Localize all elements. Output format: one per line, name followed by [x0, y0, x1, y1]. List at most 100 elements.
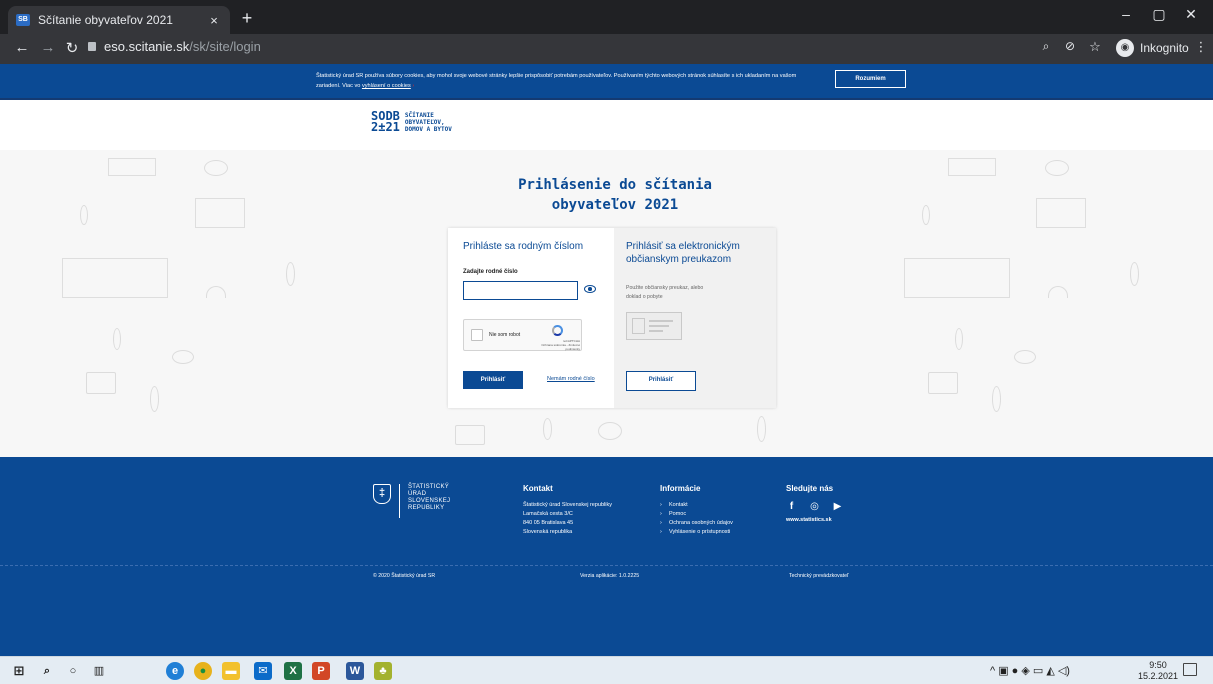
mail-icon[interactable]: ✉	[254, 662, 272, 680]
clock-time: 9:50	[1149, 660, 1167, 670]
contact-title: Kontakt	[523, 484, 553, 493]
statistical-office-logo[interactable]: ‡ ŠTATISTICKÝ ÚRAD SLOVENSKEJ REPUBLIKY	[373, 484, 450, 518]
incognito-profile[interactable]: ◉ Inkognito	[1116, 39, 1189, 57]
contact-line: Lamačská cesta 3/C	[523, 511, 573, 517]
lock-icon	[88, 42, 96, 51]
coat-of-arms-icon: ‡	[373, 484, 391, 504]
incognito-icon: ◉	[1116, 39, 1134, 57]
cyclist-illustration	[598, 422, 622, 440]
minimize-button[interactable]: –	[1111, 6, 1141, 22]
tree-illustration	[113, 328, 121, 350]
chrome-icon[interactable]: ●	[194, 662, 212, 680]
tab-title: Sčítanie obyvateľov 2021	[38, 13, 173, 27]
close-window-button[interactable]: ✕	[1176, 6, 1206, 23]
technical-operator-link[interactable]: Technický prevádzkovateľ	[789, 573, 848, 579]
url-host: eso.scitanie.sk	[104, 39, 190, 54]
search-icon[interactable]: ⌕	[38, 662, 56, 680]
app-icon[interactable]: ♣	[374, 662, 392, 680]
website-link[interactable]: www.statistics.sk	[786, 516, 843, 525]
reload-icon[interactable]: ↻	[62, 39, 82, 57]
forward-arrow-icon[interactable]: →	[38, 39, 58, 56]
tree-illustration	[955, 328, 963, 350]
birth-number-heading: Prihláste sa rodným číslom	[463, 241, 584, 252]
zoom-icon[interactable]: ⌕	[1036, 39, 1056, 54]
house-illustration	[455, 425, 485, 445]
bookmark-star-icon[interactable]: ☆	[1085, 39, 1105, 55]
information-title: Informácie	[660, 484, 701, 493]
footer-link-privacy[interactable]: › Ochrana osobných údajov	[660, 519, 733, 528]
footer-link-label: Vyhlásenie o prístupnosti	[669, 529, 731, 535]
tree-illustration	[543, 418, 552, 440]
footer-link-label: Ochrana osobných údajov	[669, 520, 733, 526]
logo-mark-bottom: 2±21	[371, 120, 400, 134]
file-explorer-icon[interactable]: ▬	[222, 662, 240, 680]
word-icon[interactable]: W	[346, 662, 364, 680]
statistical-office-name: ŠTATISTICKÝ ÚRAD SLOVENSKEJ REPUBLIKY	[408, 484, 450, 512]
recaptcha-logo-icon	[552, 325, 563, 336]
notification-center-icon[interactable]	[1183, 663, 1197, 676]
eid-hint: Použite občiansky preukaz, alebo doklad …	[626, 285, 704, 300]
site-favicon-icon: SB	[16, 14, 30, 26]
edge-icon[interactable]: e	[166, 662, 184, 680]
browser-tab[interactable]: SB Sčítanie obyvateľov 2021 ×	[8, 6, 230, 34]
cyclist-illustration	[172, 350, 194, 364]
chevron-right-icon: ›	[660, 529, 662, 535]
excel-icon[interactable]: X	[284, 662, 302, 680]
cookie-policy-link[interactable]: vyhlásení o cookies	[362, 83, 411, 89]
show-password-eye-icon[interactable]	[584, 285, 596, 293]
tree-illustration	[1130, 262, 1139, 286]
footer-link-contact[interactable]: › Kontakt	[660, 501, 733, 510]
recaptcha-checkbox[interactable]	[471, 329, 483, 341]
address-bar[interactable]: eso.scitanie.sk/sk/site/login	[88, 39, 261, 54]
cookie-accept-button[interactable]: Rozumiem	[835, 70, 906, 88]
building-illustration	[108, 158, 156, 176]
logo-wordmark: SČÍTANIE OBYVATEĽOV, DOMOV A BYTOV	[405, 112, 452, 133]
tree-illustration	[922, 205, 930, 225]
birth-number-input[interactable]	[463, 281, 578, 300]
logo-line-1: SČÍTANIE	[404, 111, 434, 119]
chevron-right-icon: ›	[660, 511, 662, 517]
footer-social: Sledujte nás f ◎ ▶ www.statistics.sk	[786, 484, 843, 525]
windows-start-icon[interactable]: ⊞	[10, 662, 28, 680]
tracking-blocked-icon[interactable]: ⊘	[1060, 39, 1080, 53]
youtube-icon[interactable]: ▶	[832, 501, 843, 512]
recaptcha-label: Nie som robot	[489, 332, 521, 338]
birth-number-login-button[interactable]: Prihlásiť	[463, 371, 523, 389]
task-view-icon[interactable]: ▥	[90, 662, 108, 680]
taskbar-clock[interactable]: 9:50 15.2.2021	[1138, 660, 1178, 682]
new-tab-button[interactable]: +	[236, 8, 258, 30]
back-arrow-icon[interactable]: ←	[12, 39, 32, 56]
recaptcha-widget: Nie som robot reCAPTCHA Ochrana súkromia …	[463, 319, 582, 351]
page-title-line-2: obyvateľov 2021	[551, 197, 679, 213]
copyright: © 2020 Štatistický úrad SR	[373, 573, 436, 579]
maximize-button[interactable]: ▢	[1144, 6, 1174, 23]
footer-link-accessibility[interactable]: › Vyhlásenie o prístupnosti	[660, 528, 733, 537]
browser-menu-icon[interactable]: ⋮	[1191, 39, 1211, 55]
arc-illustration	[206, 286, 226, 298]
page-title-line-1: Prihlásenie do sčítania	[518, 177, 712, 193]
instagram-icon[interactable]: ◎	[809, 501, 820, 512]
cortana-icon[interactable]: ○	[64, 662, 82, 680]
house-illustration	[1036, 198, 1086, 228]
id-card-icon	[626, 312, 682, 340]
cyclist-illustration	[1014, 350, 1036, 364]
powerpoint-icon[interactable]: P	[312, 662, 330, 680]
birth-number-login-panel: Prihláste sa rodným číslom Zadajte rodné…	[448, 228, 614, 408]
url-path: /sk/site/login	[189, 39, 261, 54]
eid-login-button[interactable]: Prihlásiť	[626, 371, 696, 391]
recaptcha-terms-links[interactable]: Ochrana súkromia - Zmluvné podmienky	[541, 343, 580, 351]
sodb-logo-mark: SODB 2±21	[371, 110, 400, 134]
contact-line: 840 05 Bratislava 45	[523, 520, 574, 526]
system-tray[interactable]: ^ ▣ ● ◈ ▭ ◭ ◁)	[990, 664, 1070, 677]
facebook-icon[interactable]: f	[786, 501, 797, 512]
apartment-illustration	[62, 258, 168, 298]
site-footer: ‡ ŠTATISTICKÝ ÚRAD SLOVENSKEJ REPUBLIKY …	[0, 457, 1213, 656]
cookie-banner: Štatistický úrad SR používa súbory cooki…	[0, 64, 1213, 100]
tab-close-icon[interactable]: ×	[206, 13, 222, 28]
no-birth-number-link[interactable]: Nemám rodné číslo	[547, 376, 595, 382]
chevron-right-icon: ›	[660, 502, 662, 508]
footer-link-help[interactable]: › Pomoc	[660, 510, 733, 519]
census-logo[interactable]: SODB 2±21 SČÍTANIE OBYVATEĽOV, DOMOV A B…	[371, 110, 452, 134]
browser-toolbar: ← → ↻ eso.scitanie.sk/sk/site/login ⌕ ⊘ …	[0, 34, 1213, 64]
footer-information: Informácie › Kontakt › Pomoc › Ochrana osob…	[660, 484, 733, 537]
